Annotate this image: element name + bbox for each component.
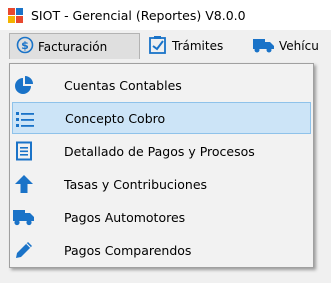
menu-item-label: Pagos Comparendos bbox=[64, 242, 192, 258]
menu-item-label: Pagos Automotores bbox=[64, 209, 186, 225]
menu-tramites-label: Trámites bbox=[172, 39, 224, 53]
menu-item-pagos-automotores[interactable]: Pagos Automotores bbox=[12, 201, 311, 233]
checklist-icon bbox=[148, 35, 168, 58]
facturacion-dropdown: Cuentas Contables Concepto Cobro Detalla bbox=[9, 63, 314, 268]
menu-item-detallado-pagos[interactable]: Detallado de Pagos y Procesos bbox=[12, 135, 311, 167]
menu-item-cuentas-contables[interactable]: Cuentas Contables bbox=[12, 69, 311, 101]
menu-item-tasas-contribuciones[interactable]: Tasas y Contribuciones bbox=[12, 168, 311, 200]
truck-icon bbox=[253, 37, 275, 56]
truck-icon bbox=[13, 206, 35, 228]
menu-item-label: Cuentas Contables bbox=[64, 77, 182, 93]
bulleted-list-icon bbox=[14, 108, 36, 130]
window-title: SIOT - Gerencial (Reportes) V8.0.0 bbox=[31, 8, 246, 23]
menu-item-pagos-comparendos[interactable]: Pagos Comparendos bbox=[12, 234, 311, 266]
menu-item-label: Detallado de Pagos y Procesos bbox=[64, 143, 255, 159]
pencil-icon bbox=[13, 239, 35, 261]
dollar-circle-icon: $ bbox=[16, 36, 34, 57]
svg-text:$: $ bbox=[21, 39, 29, 52]
title-bar: SIOT - Gerencial (Reportes) V8.0.0 bbox=[0, 0, 331, 30]
menu-bar: $ Facturación Trámites Vehícu bbox=[0, 30, 331, 63]
menu-facturacion[interactable]: $ Facturación bbox=[9, 33, 140, 59]
arrow-up-icon bbox=[13, 173, 35, 195]
menu-item-concepto-cobro[interactable]: Concepto Cobro bbox=[12, 102, 311, 134]
app-logo-icon bbox=[8, 8, 23, 23]
menu-item-label: Tasas y Contribuciones bbox=[64, 176, 208, 192]
menu-facturacion-label: Facturación bbox=[38, 39, 108, 54]
menu-item-label: Concepto Cobro bbox=[65, 110, 166, 126]
menu-vehiculos[interactable]: Vehícu bbox=[253, 33, 319, 59]
menu-vehiculos-label: Vehícu bbox=[279, 39, 319, 53]
document-lines-icon bbox=[13, 140, 35, 162]
menu-tramites[interactable]: Trámites bbox=[148, 33, 223, 59]
pie-chart-icon bbox=[13, 74, 35, 96]
